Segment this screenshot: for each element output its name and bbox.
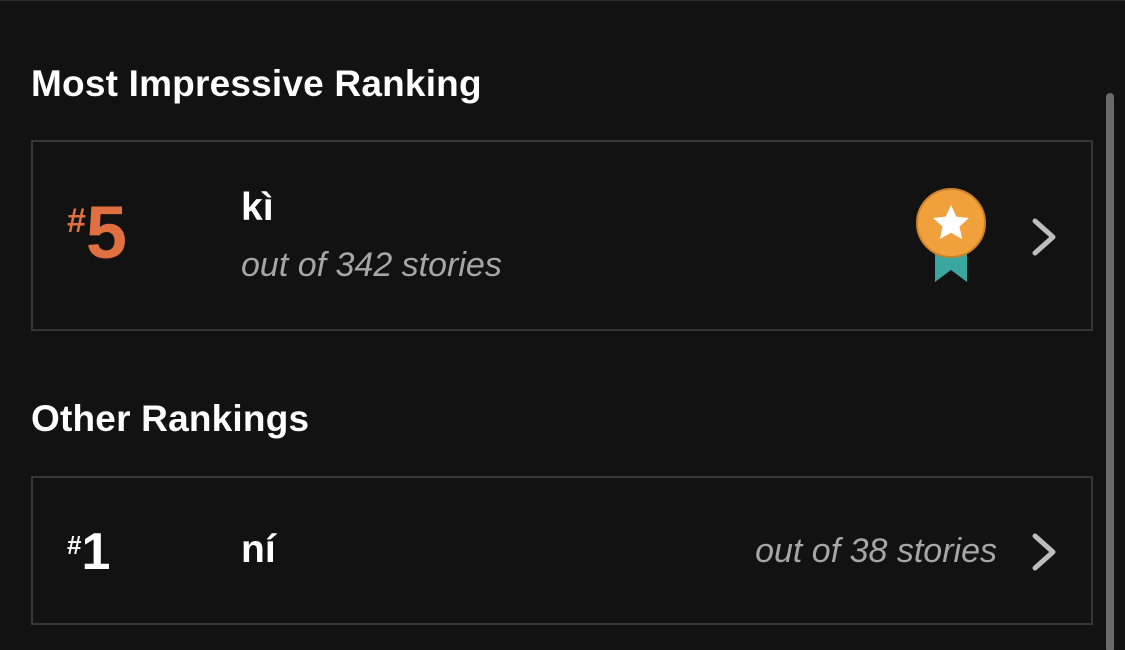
- other-rankings-heading: Other Rankings: [31, 398, 310, 439]
- chevron-right-icon[interactable]: [1029, 215, 1061, 259]
- award-ribbon-star-icon: [916, 188, 986, 282]
- rank-hash: #: [67, 530, 82, 560]
- chevron-right-icon[interactable]: [1029, 530, 1061, 574]
- ranking-card-top[interactable]: #5 kì out of 342 stories: [31, 140, 1093, 331]
- scrollbar-thumb[interactable]: [1106, 93, 1114, 650]
- most-impressive-ranking-heading: Most Impressive Ranking: [31, 63, 482, 104]
- rank-number: #5: [67, 196, 127, 270]
- rank-hash: #: [67, 202, 86, 240]
- ranking-tag-name: kì: [241, 186, 274, 229]
- ranking-out-of: out of 38 stories: [755, 532, 997, 570]
- rank-value: 1: [81, 523, 111, 581]
- ranking-card-other[interactable]: #1 ní out of 38 stories: [31, 476, 1093, 625]
- rank-value: 5: [85, 191, 128, 274]
- rankings-page: Most Impressive Ranking #5 kì out of 342…: [0, 0, 1125, 650]
- ranking-tag-name: ní: [241, 528, 276, 571]
- rank-number: #1: [67, 524, 110, 580]
- ranking-out-of: out of 342 stories: [241, 246, 502, 284]
